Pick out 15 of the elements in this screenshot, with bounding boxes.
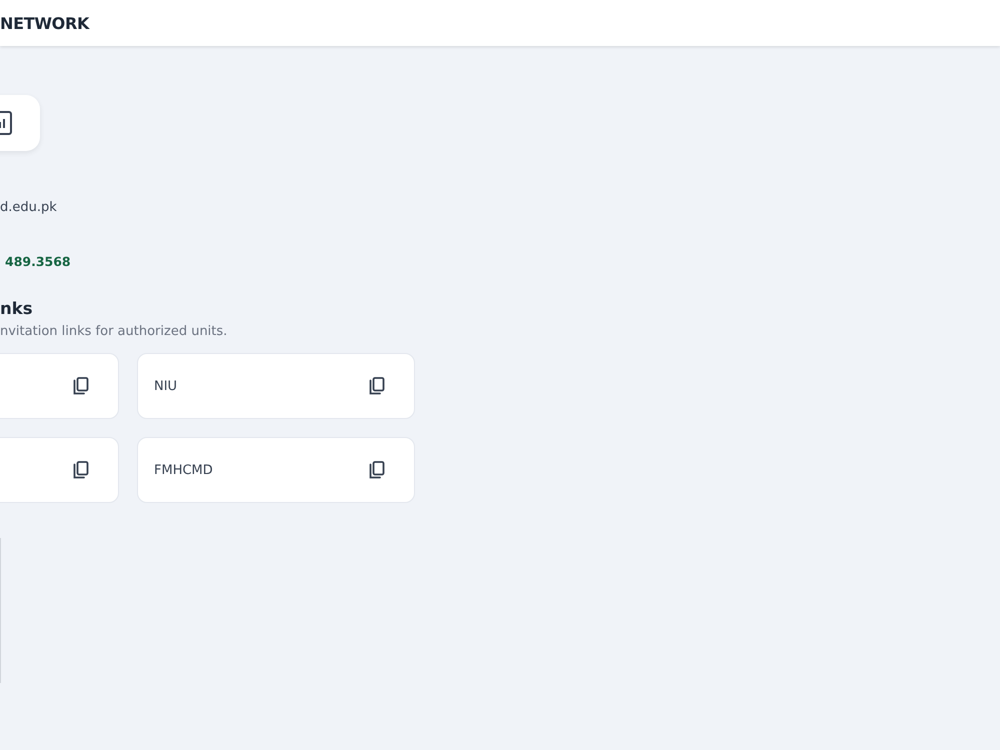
email-text: d.edu.pk <box>0 200 57 215</box>
section-description: nvitation links for authorized units. <box>0 324 228 339</box>
unit-name: FMHCMD <box>154 462 213 478</box>
copy-button[interactable] <box>369 377 385 395</box>
phone-text: 489.3568 <box>5 254 71 269</box>
copy-button[interactable] <box>73 461 89 479</box>
app-title: NETWORK <box>0 14 90 32</box>
copy-button[interactable] <box>73 377 89 395</box>
copy-icon <box>73 377 89 395</box>
unit-name: NIU <box>154 378 178 394</box>
section-heading: nks <box>0 299 33 318</box>
copy-icon <box>369 461 385 479</box>
copy-button[interactable] <box>369 461 385 479</box>
copy-icon <box>73 461 89 479</box>
copy-icon <box>369 377 385 395</box>
